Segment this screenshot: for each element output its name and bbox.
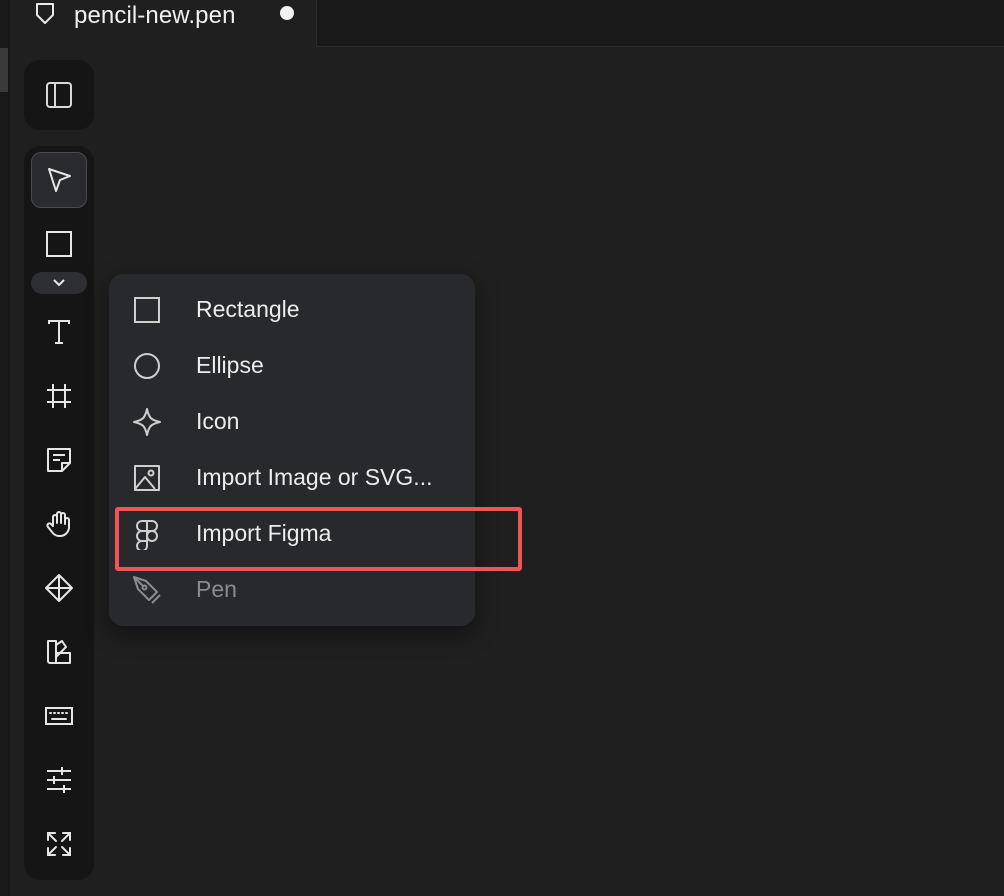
styles-tool-button[interactable] (31, 624, 87, 680)
menu-item-label: Icon (196, 408, 240, 434)
note-tool-button[interactable] (31, 432, 87, 488)
chevron-down-icon (53, 279, 65, 287)
menu-item-label: Ellipse (196, 352, 264, 378)
keyboard-icon (45, 707, 73, 725)
sidebar-toggle-button[interactable] (31, 67, 87, 123)
frame-icon (47, 384, 71, 408)
menu-item-icon[interactable]: Icon (109, 394, 475, 450)
sidebar-toggle-panel (24, 60, 94, 130)
settings-tool-button[interactable] (31, 752, 87, 808)
keyboard-tool-button[interactable] (31, 688, 87, 744)
menu-item-import-image[interactable]: Import Image or SVG... (109, 450, 475, 506)
figma-icon (136, 520, 158, 550)
menu-item-rectangle[interactable]: Rectangle (109, 282, 475, 338)
fullscreen-tool-button[interactable] (31, 816, 87, 872)
text-tool-button[interactable] (31, 304, 87, 360)
square-icon (134, 297, 160, 323)
component-diamond-icon (45, 574, 73, 602)
hand-tool-button[interactable] (31, 496, 87, 552)
square-icon (46, 231, 72, 257)
menu-item-label: Import Figma (196, 520, 332, 546)
sliders-icon (47, 767, 71, 793)
expand-arrows-icon (47, 832, 71, 856)
tab-bar: pencil-new.pen (10, 0, 1004, 47)
tool-bar (24, 146, 94, 880)
hand-icon (46, 511, 70, 537)
swatch-icon (47, 640, 71, 664)
tab-pencil-new[interactable]: pencil-new.pen (10, 0, 317, 47)
menu-item-pen: Pen (109, 562, 475, 618)
unsaved-dot-icon[interactable] (280, 6, 294, 20)
select-tool-button[interactable] (31, 152, 87, 208)
circle-icon (134, 353, 160, 379)
menu-item-label: Rectangle (196, 296, 300, 322)
components-tool-button[interactable] (31, 560, 87, 616)
rectangle-tool-button[interactable] (31, 216, 87, 272)
left-edge-gutter (0, 0, 10, 896)
note-icon (47, 448, 71, 472)
gutter-marker (0, 48, 8, 92)
shape-dropdown-menu: Rectangle Ellipse Icon Import Image or S… (109, 274, 475, 626)
image-icon (134, 465, 160, 491)
sidebar-toggle-icon (46, 82, 72, 108)
text-t-icon (48, 320, 70, 344)
sparkle-icon (133, 408, 161, 436)
tab-title: pencil-new.pen (74, 2, 236, 29)
pen-nib-icon (36, 3, 54, 24)
pen-tool-icon (133, 576, 161, 604)
menu-item-label: Import Image or SVG... (196, 464, 433, 490)
frame-tool-button[interactable] (31, 368, 87, 424)
menu-item-import-figma[interactable]: Import Figma (109, 506, 475, 562)
menu-item-label: Pen (196, 576, 237, 602)
pointer-arrow-icon (48, 168, 71, 192)
menu-item-ellipse[interactable]: Ellipse (109, 338, 475, 394)
expand-shapes-button[interactable] (31, 272, 87, 294)
